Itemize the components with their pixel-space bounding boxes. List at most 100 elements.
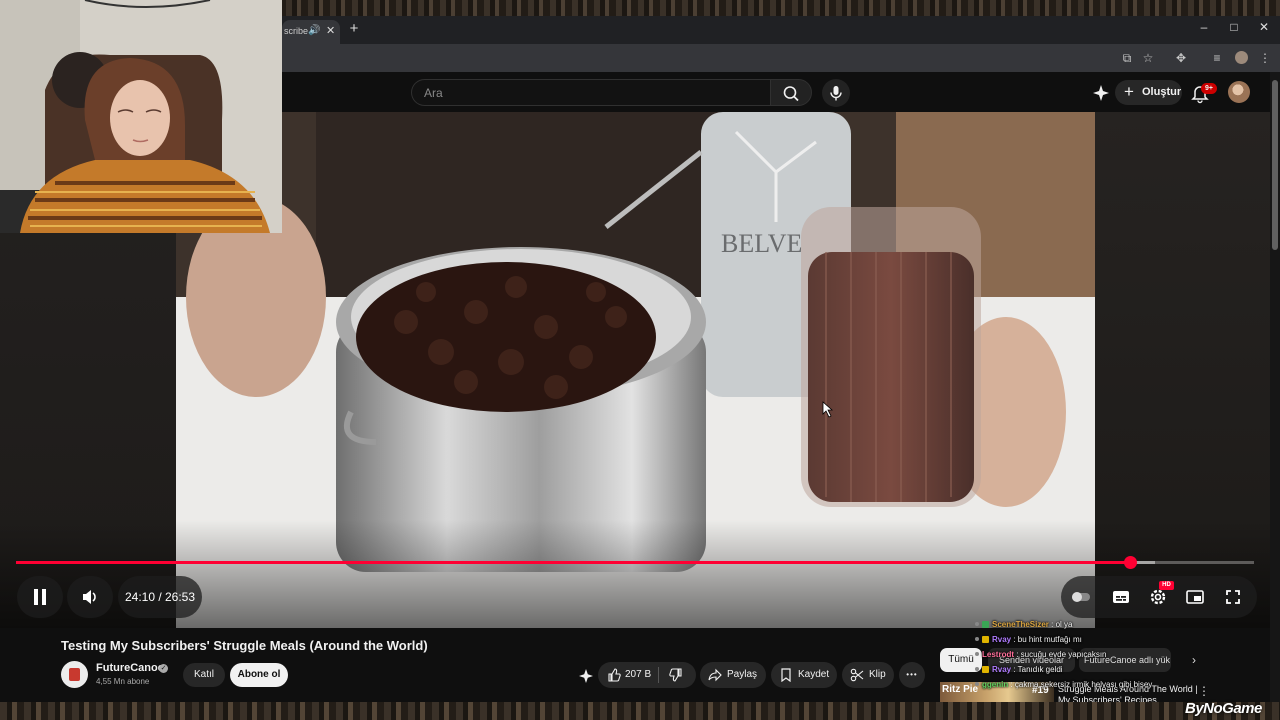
pause-button[interactable] [17, 576, 63, 618]
webcam-overlay [0, 0, 282, 233]
like-button[interactable]: 207 B [598, 662, 658, 688]
progress-played [16, 561, 1130, 564]
chat-badge-icon [982, 666, 989, 673]
recommendation-menu-icon[interactable]: ⋮ [1198, 684, 1210, 698]
webcam-scene [0, 0, 282, 233]
volume-button[interactable] [67, 576, 113, 618]
minimize-button[interactable]: – [1190, 20, 1218, 40]
fullscreen-button[interactable] [1222, 586, 1244, 608]
search-input[interactable] [412, 80, 771, 105]
create-button[interactable]: + Oluştur [1115, 80, 1182, 105]
video-title: Testing My Subscribers' Struggle Meals (… [61, 638, 428, 653]
notification-badge: 9+ [1201, 83, 1217, 94]
browser-profile-avatar[interactable] [1235, 51, 1248, 64]
maximize-button[interactable]: □ [1220, 20, 1248, 40]
channel-avatar[interactable] [61, 661, 88, 688]
chat-text: : çakma şekersiz irmik helvası gibi bişe… [1008, 680, 1153, 689]
bookmark-star-icon[interactable]: ☆ [1139, 49, 1157, 67]
stream-chat-overlay: SceneTheSizer : ol ya Rvay : bu hint mutf… [975, 617, 1175, 703]
voice-search-button[interactable] [822, 79, 850, 107]
thumbs-up-icon [608, 668, 621, 682]
chat-username: Rvay [992, 665, 1012, 674]
subscribe-button[interactable]: Abone ol [230, 663, 288, 687]
like-divider [658, 667, 659, 683]
chat-text: : ol ya [1048, 620, 1073, 629]
thumbs-down-icon [669, 668, 682, 682]
plus-icon: + [1124, 82, 1134, 101]
extensions-icon[interactable]: ✥ [1172, 49, 1190, 67]
clip-button[interactable]: Klip [842, 662, 894, 688]
ai-sparkle-small-icon[interactable] [576, 666, 596, 686]
share-icon [708, 668, 722, 682]
search-icon [783, 86, 799, 102]
profile-avatar[interactable] [1228, 81, 1250, 103]
captions-icon [1113, 591, 1129, 603]
progress-scrubber[interactable] [1124, 556, 1137, 569]
hd-badge: HD [1159, 581, 1174, 590]
speaker-icon[interactable]: 🔊 [308, 25, 320, 36]
like-count: 207 B [625, 669, 652, 680]
autoplay-toggle[interactable] [1070, 586, 1092, 608]
close-window-button[interactable]: ✕ [1250, 20, 1278, 40]
chat-message: Rvay : Tanıdık geldi [975, 665, 1063, 674]
scrollbar-thumb[interactable] [1272, 80, 1278, 250]
miniplayer-icon [1186, 590, 1204, 604]
verified-check-icon: ✓ [159, 664, 168, 673]
install-app-icon[interactable]: ⧉ [1118, 49, 1136, 67]
bookmark-icon [781, 668, 791, 682]
close-tab-icon[interactable]: ✕ [326, 24, 335, 37]
create-label: Oluştur [1142, 86, 1182, 98]
chat-text: : bu hint mutfağı mı [1011, 635, 1082, 644]
svg-text:BELVE: BELVE [721, 229, 802, 258]
chat-username: ggenin [982, 680, 1009, 689]
time-display: 24:10 / 26:53 [118, 576, 202, 618]
streamer-watermark: ByNoGame [1185, 700, 1262, 717]
tab-title: scribe [284, 26, 309, 36]
subtitles-button[interactable] [1110, 586, 1132, 608]
chat-text: : Tanıdık geldi [1011, 665, 1063, 674]
join-button[interactable]: Katıl [183, 663, 225, 687]
search-box [411, 79, 771, 106]
chat-bullet-icon [975, 682, 979, 686]
search-button[interactable] [770, 79, 812, 106]
scissors-icon [850, 668, 864, 682]
browser-menu-icon[interactable]: ⋮ [1256, 49, 1274, 67]
chat-bullet-icon [975, 667, 979, 671]
chat-message: SceneTheSizer : ol ya [975, 620, 1073, 629]
media-control-icon[interactable]: ≡ [1208, 49, 1226, 67]
miniplayer-button[interactable] [1184, 586, 1206, 608]
chat-bullet-icon [975, 652, 979, 656]
dislike-button[interactable] [664, 662, 692, 688]
chat-text: : sucuğu evde yapıcaksın [1014, 650, 1107, 659]
chat-bullet-icon [975, 637, 979, 641]
chat-message: Rvay : bu hint mutfağı mı [975, 635, 1082, 644]
ai-sparkle-icon[interactable] [1091, 83, 1111, 103]
autoplay-toggle-icon [1072, 592, 1090, 602]
subscriber-count: 4,55 Mn abone [96, 677, 150, 686]
share-button[interactable]: Paylaş [700, 662, 766, 688]
browser-tab[interactable]: scribe 🔊 ✕ [282, 20, 340, 44]
save-button[interactable]: Kaydet [771, 662, 837, 688]
chat-message: ggenin : çakma şekersiz irmik helvası gi… [975, 680, 1152, 689]
more-actions-button[interactable]: ••• [899, 662, 925, 688]
save-label: Kaydet [798, 669, 830, 680]
browser-tab-strip [282, 16, 1280, 44]
channel-name[interactable]: FutureCanoe [96, 662, 164, 674]
pause-icon [34, 589, 46, 605]
chat-username: Lestrodt [982, 650, 1014, 659]
chat-username: SceneTheSizer [992, 620, 1049, 629]
new-tab-button[interactable]: + [346, 20, 362, 38]
chat-bullet-icon [975, 622, 979, 626]
fullscreen-icon [1226, 590, 1240, 604]
volume-icon [83, 590, 96, 604]
clip-label: Klip [869, 669, 886, 680]
like-dislike-group: 207 B [598, 662, 696, 688]
chat-message: Lestrodt : sucuğu evde yapıcaksın [975, 650, 1107, 659]
thumbnail-text: Ritz Pie [942, 684, 979, 695]
chat-username: Rvay [992, 635, 1012, 644]
share-label: Paylaş [727, 669, 758, 680]
chevron-right-icon[interactable]: › [1185, 650, 1203, 670]
stream-frame-bottom [0, 702, 1280, 720]
chat-badge-icon [982, 621, 989, 628]
chat-badge-icon [982, 636, 989, 643]
